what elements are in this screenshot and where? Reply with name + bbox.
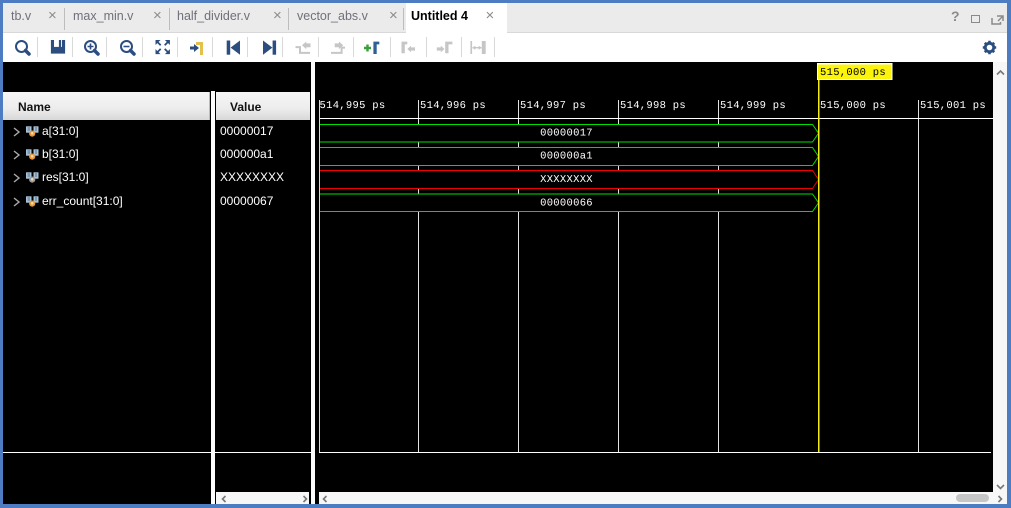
svg-text:514,995 ps: 514,995 ps	[320, 100, 386, 112]
svg-text:515,000 ps: 515,000 ps	[820, 100, 886, 112]
svg-text:515,001 ps: 515,001 ps	[920, 100, 986, 112]
svg-text:XXXXXXXX: XXXXXXXX	[540, 174, 593, 186]
svg-text:000000a1: 000000a1	[540, 151, 593, 163]
svg-text:00000017: 00000017	[540, 127, 593, 139]
svg-text:514,997 ps: 514,997 ps	[520, 100, 586, 112]
svg-text:00000066: 00000066	[540, 197, 593, 209]
svg-text:514,999 ps: 514,999 ps	[720, 100, 786, 112]
svg-text:514,996 ps: 514,996 ps	[420, 100, 486, 112]
svg-text:514,998 ps: 514,998 ps	[620, 100, 686, 112]
svg-text:515,000 ps: 515,000 ps	[820, 67, 886, 79]
